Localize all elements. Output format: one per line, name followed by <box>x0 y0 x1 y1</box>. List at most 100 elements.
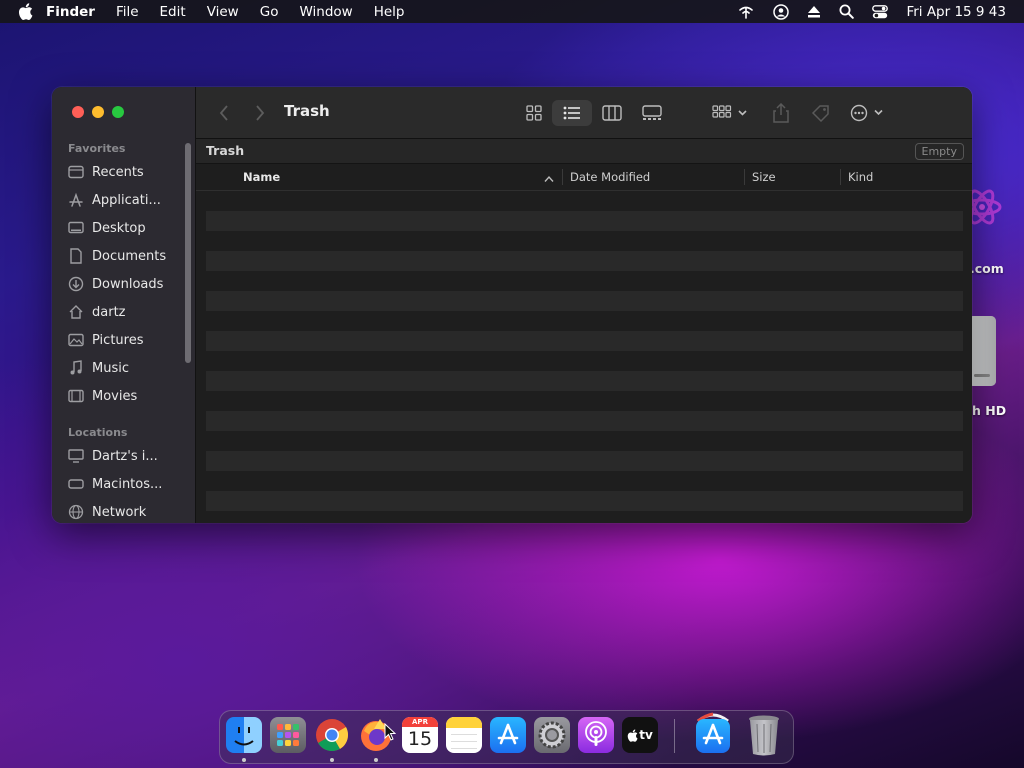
dock-launchpad-icon[interactable] <box>270 717 306 753</box>
share-button[interactable] <box>766 100 796 126</box>
sidebar-item-label: dartz <box>92 304 126 320</box>
menu-clock[interactable]: Fri Apr 15 9 43 <box>906 4 1006 20</box>
table-row[interactable] <box>206 271 963 291</box>
menu-file[interactable]: File <box>116 4 139 20</box>
table-row[interactable] <box>206 391 963 411</box>
dock-chrome-icon[interactable] <box>314 717 350 753</box>
column-divider[interactable] <box>840 169 841 185</box>
table-row[interactable] <box>206 231 963 251</box>
sidebar-item-label: Movies <box>92 388 138 404</box>
column-size[interactable]: Size <box>752 170 776 184</box>
disk-icon <box>68 476 84 492</box>
table-row[interactable] <box>206 371 963 391</box>
main-content: Trash Trash Empty Name Date Modified Siz… <box>196 87 972 523</box>
dock-app-store-icon[interactable] <box>490 717 526 753</box>
gallery-view-button[interactable] <box>636 100 668 126</box>
dock: APR 15 tv <box>219 710 794 764</box>
sidebar-item-recents[interactable]: Recents <box>68 160 188 184</box>
empty-trash-button[interactable]: Empty <box>914 143 964 160</box>
tag-icon[interactable] <box>806 100 836 126</box>
user-icon[interactable] <box>773 3 790 20</box>
column-header: Name Date Modified Size Kind <box>196 164 972 191</box>
column-divider[interactable] <box>562 169 563 185</box>
menu-view[interactable]: View <box>207 4 239 20</box>
dock-apple-tv-icon[interactable]: tv <box>622 717 658 753</box>
sidebar-item-label: Pictures <box>92 332 144 348</box>
minimize-button[interactable] <box>92 106 104 118</box>
dock-system-preferences-icon[interactable] <box>534 717 570 753</box>
clock-icon <box>68 164 84 180</box>
hard-drive-icon[interactable] <box>968 312 1000 388</box>
back-button[interactable] <box>214 100 234 126</box>
sidebar-item-music[interactable]: Music <box>68 356 188 380</box>
column-kind[interactable]: Kind <box>848 170 873 184</box>
sidebar-item-documents[interactable]: Documents <box>68 244 188 268</box>
group-button[interactable] <box>710 100 750 126</box>
table-row[interactable] <box>206 191 963 211</box>
dock-podcasts-icon[interactable] <box>578 717 614 753</box>
table-row[interactable] <box>206 451 963 471</box>
table-row[interactable] <box>206 471 963 491</box>
sidebar-item-macintosh-hd[interactable]: Macintos... <box>68 472 188 496</box>
table-row[interactable] <box>206 431 963 451</box>
dock-trash-icon[interactable] <box>746 713 782 757</box>
list-view-button[interactable] <box>552 100 592 126</box>
wifi-icon[interactable] <box>737 5 755 19</box>
table-row[interactable] <box>206 311 963 331</box>
window-title: Trash <box>284 102 330 120</box>
dock-finder-icon[interactable] <box>226 717 262 753</box>
sort-ascending-icon[interactable] <box>544 172 554 186</box>
column-divider[interactable] <box>744 169 745 185</box>
sidebar-item-network[interactable]: Network <box>68 500 188 523</box>
sidebar-item-label: Desktop <box>92 220 146 236</box>
table-row[interactable] <box>206 211 963 231</box>
sidebar-item-desktop[interactable]: Desktop <box>68 216 188 240</box>
table-row[interactable] <box>206 251 963 271</box>
apple-icon[interactable] <box>18 3 34 21</box>
running-indicator <box>374 758 378 762</box>
menu-finder[interactable]: Finder <box>46 4 95 20</box>
table-row[interactable] <box>206 351 963 371</box>
table-row[interactable] <box>206 331 963 351</box>
table-row[interactable] <box>206 291 963 311</box>
dock-calendar-icon[interactable]: APR 15 <box>402 717 438 753</box>
calendar-day: 15 <box>407 728 433 750</box>
column-date-modified[interactable]: Date Modified <box>570 170 650 184</box>
running-indicator <box>242 758 246 762</box>
table-row[interactable] <box>206 411 963 431</box>
desktop-icon <box>68 220 84 236</box>
dock-downloads-stack-icon[interactable] <box>694 711 732 753</box>
search-icon[interactable] <box>839 4 855 19</box>
more-actions-button[interactable] <box>848 100 888 126</box>
calendar-month: APR <box>402 717 438 727</box>
eject-icon[interactable] <box>807 5 821 19</box>
menu-edit[interactable]: Edit <box>160 4 186 20</box>
sidebar-item-home[interactable]: dartz <box>68 300 188 324</box>
column-name[interactable]: Name <box>243 170 280 184</box>
menu-go[interactable]: Go <box>260 4 279 20</box>
control-center-icon[interactable] <box>872 4 889 19</box>
desktop-label-hd[interactable]: h HD <box>972 403 1006 418</box>
home-icon <box>68 304 84 320</box>
table-row[interactable] <box>206 491 963 511</box>
column-view-button[interactable] <box>596 100 628 126</box>
sidebar-item-computer[interactable]: Dartz's i... <box>68 444 188 468</box>
close-button[interactable] <box>72 106 84 118</box>
sidebar-item-downloads[interactable]: Downloads <box>68 272 188 296</box>
zoom-button[interactable] <box>112 106 124 118</box>
forward-button[interactable] <box>250 100 270 126</box>
sidebar-item-label: Downloads <box>92 276 164 292</box>
sidebar-scrollbar[interactable] <box>185 143 191 363</box>
desktop-label-app[interactable]: .com <box>970 261 1004 276</box>
network-icon <box>68 504 84 520</box>
desktop-app-icon[interactable] <box>962 172 1008 242</box>
menu-window[interactable]: Window <box>299 4 352 20</box>
sidebar-item-applications[interactable]: Applicati... <box>68 188 188 212</box>
file-list[interactable] <box>206 191 963 511</box>
computer-icon <box>68 448 84 464</box>
menu-help[interactable]: Help <box>374 4 405 20</box>
dock-notes-icon[interactable] <box>446 717 482 753</box>
sidebar-item-pictures[interactable]: Pictures <box>68 328 188 352</box>
icon-view-button[interactable] <box>518 100 550 126</box>
sidebar-item-movies[interactable]: Movies <box>68 384 188 408</box>
